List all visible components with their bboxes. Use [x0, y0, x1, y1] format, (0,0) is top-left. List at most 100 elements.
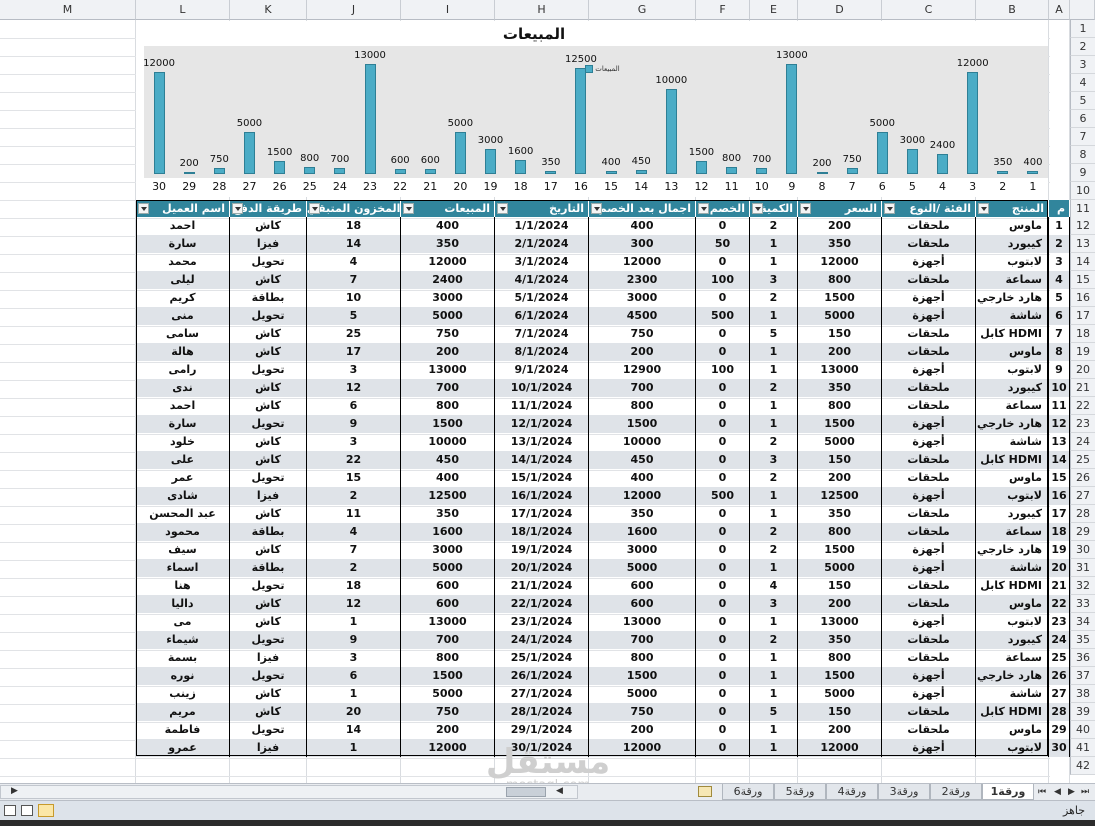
chart-bar[interactable]	[906, 148, 918, 174]
cell-pay[interactable]: كاش	[230, 505, 307, 523]
header-g[interactable]: اجمال بعد الخصم	[589, 200, 696, 217]
cell-n[interactable]: 26	[1049, 667, 1070, 685]
cell-stock[interactable]: 7	[307, 271, 401, 289]
cell-price[interactable]: 800	[798, 397, 882, 415]
cell-cust[interactable]: نوره	[136, 667, 230, 685]
cell-price[interactable]: 5000	[798, 433, 882, 451]
cell-cat[interactable]: أجهزة	[882, 667, 976, 685]
column-header-j[interactable]: J	[307, 0, 401, 20]
cell-cust[interactable]: فاطمة	[136, 721, 230, 739]
cell-qty[interactable]: 1	[750, 667, 798, 685]
cell-product[interactable]: كابل HDMI	[976, 577, 1049, 595]
row-header[interactable]: 2	[1070, 38, 1095, 56]
cell-n[interactable]: 16	[1049, 487, 1070, 505]
tab-nav-next-icon[interactable]: ▶	[1068, 787, 1075, 797]
cell-n[interactable]: 30	[1049, 739, 1070, 757]
filter-dropdown-icon[interactable]	[752, 203, 763, 214]
cell-qty[interactable]: 2	[750, 433, 798, 451]
cell-net[interactable]: 200	[589, 343, 696, 361]
cell-pay[interactable]: تحويل	[230, 631, 307, 649]
cell-pay[interactable]: كاش	[230, 433, 307, 451]
cell-cust[interactable]: عبد المحسن	[136, 505, 230, 523]
chart-bar[interactable]	[695, 161, 707, 174]
row-header[interactable]: 32	[1070, 577, 1095, 595]
cell-net[interactable]: 4500	[589, 307, 696, 325]
cell-product[interactable]: هارد خارجي	[976, 541, 1049, 559]
cell-sales[interactable]: 12000	[401, 739, 495, 757]
column-header-h[interactable]: H	[495, 0, 589, 20]
header-i[interactable]: المبيعات	[401, 200, 495, 217]
cell-cust[interactable]: مى	[136, 613, 230, 631]
cell-price[interactable]: 200	[798, 721, 882, 739]
cell-cat[interactable]: أجهزة	[882, 289, 976, 307]
cell-disc[interactable]: 100	[696, 361, 750, 379]
cell-net[interactable]: 10000	[589, 433, 696, 451]
cell-stock[interactable]: 25	[307, 325, 401, 343]
cell-product[interactable]: هارد خارجي	[976, 415, 1049, 433]
cell-disc[interactable]: 500	[696, 487, 750, 505]
cell-qty[interactable]: 1	[750, 307, 798, 325]
cell-net[interactable]: 800	[589, 649, 696, 667]
cell-net[interactable]: 3000	[589, 541, 696, 559]
cell-stock[interactable]: 1	[307, 739, 401, 757]
cell-cat[interactable]: أجهزة	[882, 415, 976, 433]
header-f[interactable]: الخصم	[696, 200, 750, 217]
column-header-a[interactable]: A	[1049, 0, 1070, 20]
cell-stock[interactable]: 14	[307, 721, 401, 739]
cell-cat[interactable]: ملحقات	[882, 523, 976, 541]
chart-bar[interactable]	[243, 131, 255, 174]
cell-cat[interactable]: ملحقات	[882, 505, 976, 523]
cell-sales[interactable]: 750	[401, 325, 495, 343]
header-k[interactable]: طريقة الدفع	[230, 200, 307, 217]
cell-pay[interactable]: فيزا	[230, 235, 307, 253]
cell-cat[interactable]: ملحقات	[882, 631, 976, 649]
cell-stock[interactable]: 6	[307, 667, 401, 685]
cell-n[interactable]: 21	[1049, 577, 1070, 595]
cell-pay[interactable]: بطاقة	[230, 289, 307, 307]
cell-disc[interactable]: 0	[696, 703, 750, 721]
cell-disc[interactable]: 0	[696, 415, 750, 433]
cell-disc[interactable]: 0	[696, 685, 750, 703]
cell-stock[interactable]: 2	[307, 487, 401, 505]
filter-dropdown-icon[interactable]	[698, 203, 709, 214]
row-header[interactable]: 38	[1070, 685, 1095, 703]
row-header[interactable]: 41	[1070, 739, 1095, 757]
cell-net[interactable]: 750	[589, 325, 696, 343]
chart-bar[interactable]	[756, 168, 768, 174]
cell-pay[interactable]: فيزا	[230, 739, 307, 757]
row-header[interactable]: 36	[1070, 649, 1095, 667]
cell-sales[interactable]: 1500	[401, 415, 495, 433]
cell-qty[interactable]: 1	[750, 559, 798, 577]
cell-pay[interactable]: تحويل	[230, 253, 307, 271]
cell-cat[interactable]: ملحقات	[882, 379, 976, 397]
cell-cat[interactable]: ملحقات	[882, 721, 976, 739]
cell-stock[interactable]: 1	[307, 685, 401, 703]
cell-date[interactable]: 7/1/2024	[495, 325, 589, 343]
cell-pay[interactable]: كاش	[230, 703, 307, 721]
column-header-l[interactable]: L	[136, 0, 230, 20]
cell-product[interactable]: لابتوب	[976, 487, 1049, 505]
cell-sales[interactable]: 12500	[401, 487, 495, 505]
cell-price[interactable]: 200	[798, 595, 882, 613]
chart-bar[interactable]	[846, 167, 858, 174]
cell-price[interactable]: 5000	[798, 307, 882, 325]
chart-bar[interactable]	[997, 171, 1009, 174]
cell-date[interactable]: 22/1/2024	[495, 595, 589, 613]
cell-qty[interactable]: 2	[750, 217, 798, 235]
cell-qty[interactable]: 1	[750, 343, 798, 361]
cell-cat[interactable]: ملحقات	[882, 343, 976, 361]
cell-date[interactable]: 23/1/2024	[495, 613, 589, 631]
cell-date[interactable]: 20/1/2024	[495, 559, 589, 577]
row-header[interactable]: 9	[1070, 164, 1095, 182]
column-header-f[interactable]: F	[696, 0, 750, 20]
cell-date[interactable]: 4/1/2024	[495, 271, 589, 289]
row-header[interactable]: 4	[1070, 74, 1095, 92]
cell-sales[interactable]: 400	[401, 217, 495, 235]
tab-nav-first-icon[interactable]: ⏮	[1038, 787, 1046, 797]
cell-cat[interactable]: ملحقات	[882, 235, 976, 253]
chart-bar[interactable]	[545, 171, 557, 174]
cell-pay[interactable]: بطاقة	[230, 559, 307, 577]
cell-product[interactable]: سماعة	[976, 271, 1049, 289]
cell-sales[interactable]: 13000	[401, 613, 495, 631]
cell-pay[interactable]: تحويل	[230, 469, 307, 487]
